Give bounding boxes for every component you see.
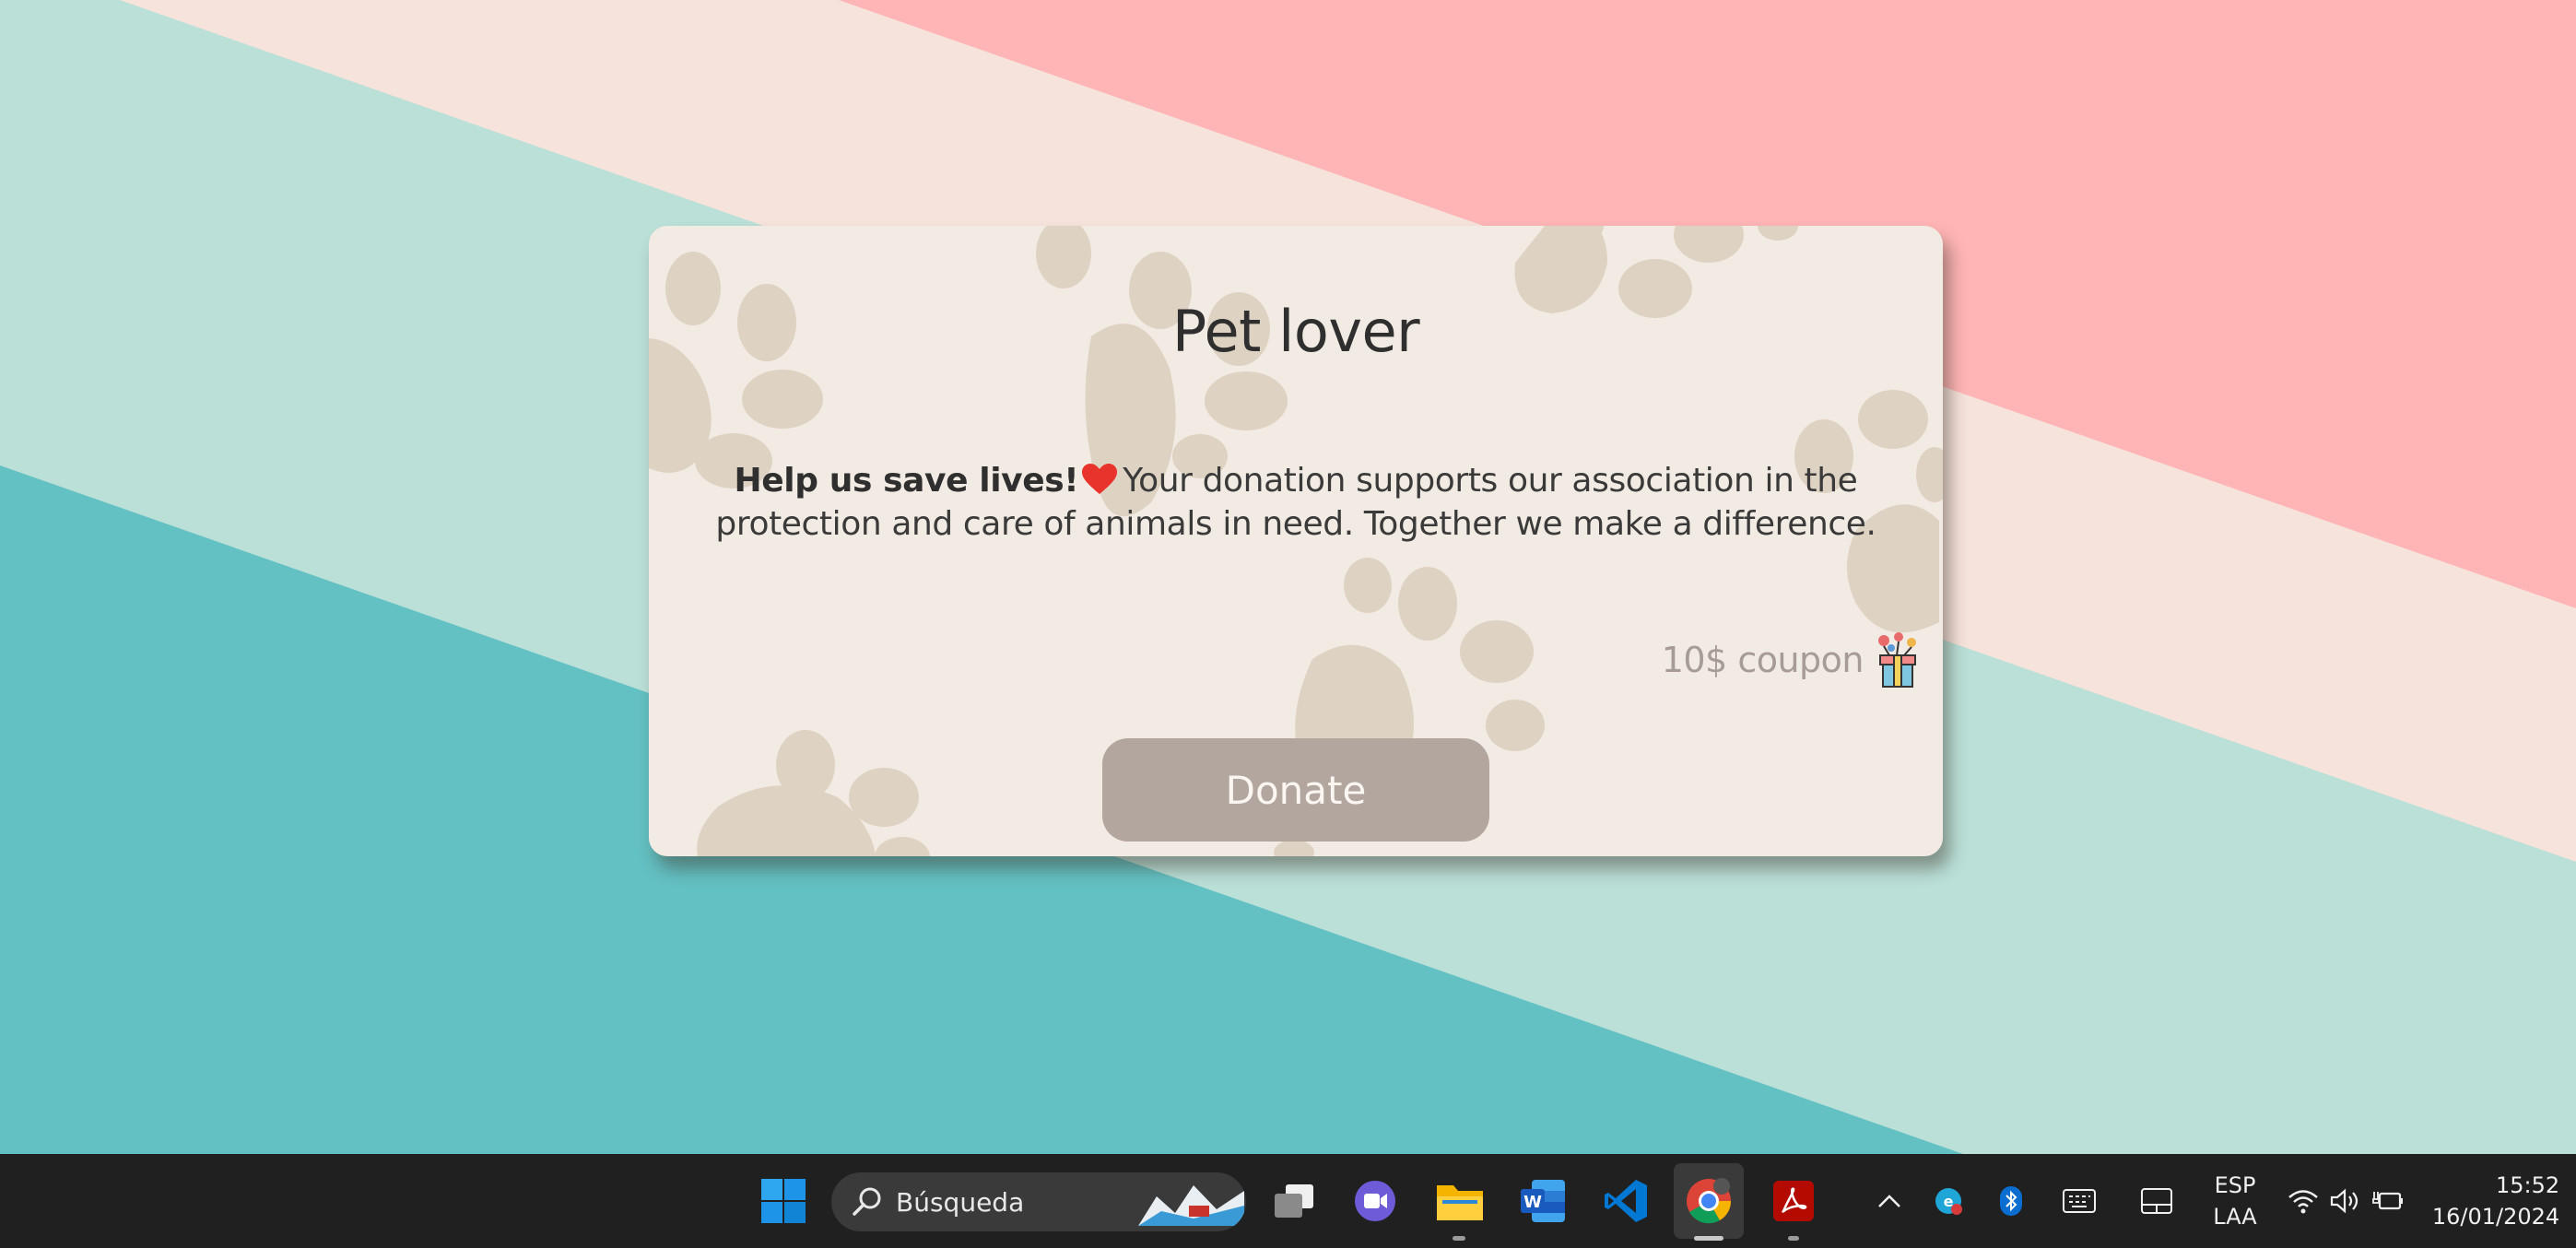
tray-pen-menu-button[interactable]: [2138, 1154, 2175, 1248]
chrome-icon: [1687, 1178, 1732, 1224]
word-button[interactable]: W: [1511, 1154, 1574, 1248]
bluetooth-icon: [2000, 1186, 2022, 1216]
touchpad-icon: [2141, 1188, 2172, 1214]
word-icon: W: [1521, 1180, 1565, 1222]
volume-icon: [2330, 1188, 2358, 1214]
task-view-button[interactable]: [1263, 1154, 1325, 1248]
gift-box-icon: [1878, 632, 1916, 688]
windows-icon: [761, 1179, 806, 1223]
task-view-icon: [1275, 1184, 1313, 1218]
clock-button[interactable]: 15:52 16/01/2024: [2431, 1154, 2560, 1248]
quick-settings-button[interactable]: [2286, 1154, 2405, 1248]
language-code: ESP: [2214, 1172, 2256, 1198]
input-language-button[interactable]: ESP LAA: [2205, 1154, 2265, 1248]
taskbar: Búsqueda W e ESP LAA 15:52 16/01/2024: [0, 1154, 2576, 1248]
acrobat-button[interactable]: [1762, 1154, 1825, 1248]
tray-bluetooth-button[interactable]: [1993, 1154, 2029, 1248]
search-placeholder: Búsqueda: [896, 1186, 1025, 1218]
keyboard-icon: [2063, 1189, 2096, 1213]
pdf-reader-icon: [1773, 1181, 1814, 1221]
keyboard-layout-code: LAA: [2213, 1204, 2257, 1230]
clock-time: 15:52: [2495, 1172, 2560, 1198]
donate-button[interactable]: Donate: [1102, 738, 1489, 842]
battery-charging-icon: [2372, 1192, 2403, 1210]
explorer-running-indicator: [1453, 1236, 1465, 1241]
acrobat-running-indicator: [1788, 1236, 1799, 1241]
edge-update-icon: e: [1935, 1188, 1962, 1215]
card-message: Help us save lives! Your donation support…: [704, 459, 1888, 546]
vscode-button[interactable]: [1594, 1154, 1657, 1248]
donation-card: Pet lover Help us save lives! Your donati…: [649, 226, 1943, 856]
vscode-icon: [1605, 1180, 1647, 1222]
chrome-button[interactable]: [1674, 1163, 1744, 1239]
search-highlight-image: [1138, 1185, 1244, 1226]
show-hidden-icons-button[interactable]: [1871, 1154, 1908, 1248]
wifi-icon: [2288, 1190, 2318, 1214]
search-icon: [853, 1187, 881, 1216]
file-explorer-button[interactable]: [1429, 1154, 1491, 1248]
tray-touch-keyboard-button[interactable]: [2061, 1154, 2098, 1248]
video-chat-icon: [1355, 1181, 1395, 1221]
teams-chat-button[interactable]: [1344, 1154, 1406, 1248]
start-button[interactable]: [752, 1154, 815, 1248]
coupon-offer: 10$ coupon: [1662, 631, 1923, 689]
coupon-label: 10$ coupon: [1661, 640, 1864, 680]
card-title: Pet lover: [1171, 298, 1420, 365]
folder-icon: [1437, 1185, 1483, 1220]
heart-icon: [1082, 464, 1118, 494]
chevron-up-icon: [1878, 1195, 1900, 1207]
tray-edge-button[interactable]: e: [1930, 1154, 1967, 1248]
chrome-running-indicator: [1694, 1236, 1723, 1241]
taskbar-search[interactable]: Búsqueda: [831, 1172, 1246, 1231]
message-headline: Help us save lives!: [734, 462, 1079, 500]
desktop-wallpaper: Pet lover Help us save lives! Your donati…: [0, 0, 2576, 1154]
svg-text:W: W: [1523, 1193, 1542, 1212]
clock-date: 16/01/2024: [2431, 1204, 2560, 1230]
